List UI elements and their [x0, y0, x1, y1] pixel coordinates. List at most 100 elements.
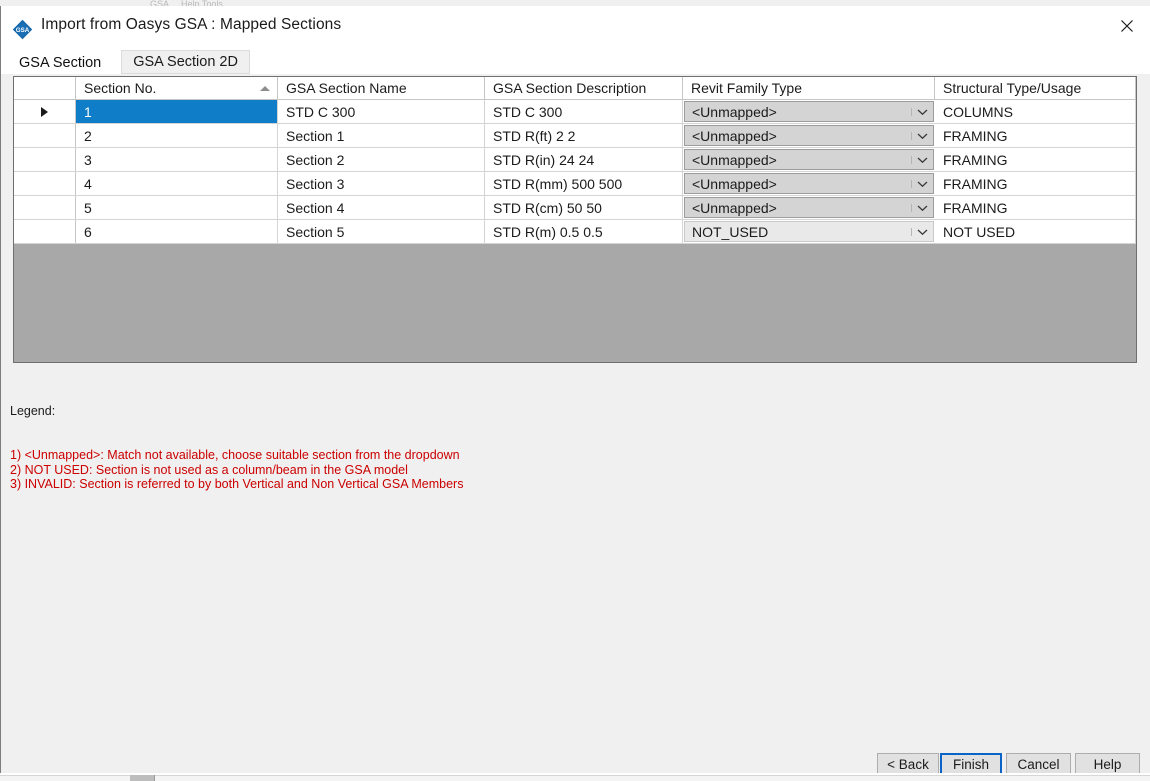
cell-value: STD R(m) 0.5 0.5 [493, 224, 603, 240]
table-row[interactable]: 4 Section 3 STD R(mm) 500 500 <Unmapped> FRA… [14, 172, 1136, 196]
chevron-down-icon[interactable] [911, 180, 933, 188]
row-header-cell[interactable] [14, 220, 76, 243]
column-header-section_desc[interactable]: GSA Section Description [485, 77, 683, 99]
revit-family-type-cell[interactable]: <Unmapped> [683, 196, 935, 219]
table-row[interactable]: 2 Section 1 STD R(ft) 2 2<Unmapped> FRAMING [14, 124, 1136, 148]
cell-section_name[interactable]: STD C 300 [278, 100, 485, 123]
table-row[interactable]: 5Section 4 STD R(cm) 50 50 <Unmapped> FRAMI… [14, 196, 1136, 220]
cell-section_no[interactable]: 2 [76, 124, 278, 147]
background-window-bottom [0, 773, 1150, 781]
revit-family-type-dropdown[interactable]: <Unmapped> [684, 101, 934, 122]
revit-family-type-dropdown[interactable]: <Unmapped> [684, 125, 934, 146]
tab-gsa-section[interactable]: GSA Section [7, 50, 113, 74]
column-header-label: Structural Type/Usage [943, 80, 1081, 96]
row-header-cell[interactable] [14, 148, 76, 171]
legend-line: 1) <Unmapped>: Match not available, choo… [10, 448, 463, 463]
cell-value: FRAMING [943, 128, 1008, 144]
cell-structural_type[interactable]: FRAMING [935, 124, 1136, 147]
cell-structural_type[interactable]: FRAMING [935, 172, 1136, 195]
current-row-indicator-icon [41, 107, 48, 117]
cell-section_desc[interactable]: STD R(mm) 500 500 [485, 172, 683, 195]
chevron-down-icon[interactable] [911, 108, 933, 116]
cell-section_no[interactable]: 4 [76, 172, 278, 195]
row-header-cell[interactable] [14, 100, 76, 123]
cell-structural_type[interactable]: NOT USED [935, 220, 1136, 243]
cell-value: 6 [84, 224, 92, 240]
legend-line: 3) INVALID: Section is referred to by bo… [10, 477, 463, 492]
cell-section_name[interactable]: Section 2 [278, 148, 485, 171]
background-scrollbar-thumb[interactable] [130, 775, 154, 781]
revit-family-type-value: <Unmapped> [685, 176, 911, 192]
close-icon [1120, 19, 1134, 33]
revit-family-type-cell[interactable]: <Unmapped> [683, 172, 935, 195]
column-header-label: Section No. [84, 80, 156, 96]
dialog-footer: < BackFinishCancelHelp [1, 742, 1150, 774]
revit-family-type-dropdown[interactable]: NOT_USED [684, 221, 934, 242]
cell-section_name[interactable]: Section 4 [278, 196, 485, 219]
background-scrollbar-edge [154, 775, 155, 781]
revit-family-type-cell[interactable]: <Unmapped> [683, 124, 935, 147]
cell-section_name[interactable]: Section 5 [278, 220, 485, 243]
cell-value: FRAMING [943, 200, 1008, 216]
chevron-down-icon[interactable] [911, 228, 933, 236]
cell-structural_type[interactable]: FRAMING [935, 196, 1136, 219]
cell-value: Section 1 [286, 128, 344, 144]
legend-line: 2) NOT USED: Section is not used as a co… [10, 463, 463, 478]
revit-family-type-dropdown[interactable]: <Unmapped> [684, 173, 934, 194]
column-header-revit_family_type[interactable]: Revit Family Type [683, 77, 935, 99]
gsa-logo-icon: GSA [12, 19, 33, 40]
column-header-rowhdr[interactable] [14, 77, 76, 99]
column-header-section_name[interactable]: GSA Section Name [278, 77, 485, 99]
column-header-section_no[interactable]: Section No. [76, 77, 278, 99]
cell-section_desc[interactable]: STD C 300 [485, 100, 683, 123]
cell-structural_type[interactable]: COLUMNS [935, 100, 1136, 123]
cell-section_desc[interactable]: STD R(in) 24 24 [485, 148, 683, 171]
row-header-cell[interactable] [14, 172, 76, 195]
revit-family-type-value: NOT_USED [685, 224, 911, 240]
cell-value: 1 [84, 104, 92, 120]
cell-value: FRAMING [943, 176, 1008, 192]
table-row[interactable]: 6 Section 5 STD R(m) 0.5 0.5 NOT_USED NOT US… [14, 220, 1136, 244]
cell-value: NOT USED [943, 224, 1015, 240]
cell-section_name[interactable]: Section 3 [278, 172, 485, 195]
revit-family-type-cell[interactable]: NOT_USED [683, 220, 935, 243]
cell-section_desc[interactable]: STD R(cm) 50 50 [485, 196, 683, 219]
cell-section_desc[interactable]: STD R(m) 0.5 0.5 [485, 220, 683, 243]
cell-section_desc[interactable]: STD R(ft) 2 2 [485, 124, 683, 147]
cell-section_no[interactable]: 5 [76, 196, 278, 219]
revit-family-type-dropdown[interactable]: <Unmapped> [684, 149, 934, 170]
tab-gsa-section-2d[interactable]: GSA Section 2D [121, 50, 250, 74]
column-header-label: Revit Family Type [691, 80, 802, 96]
cell-structural_type[interactable]: FRAMING [935, 148, 1136, 171]
cell-value: STD C 300 [493, 104, 562, 120]
chevron-down-icon[interactable] [911, 132, 933, 140]
cell-value: STD R(mm) 500 500 [493, 176, 622, 192]
revit-family-type-value: <Unmapped> [685, 200, 911, 216]
row-header-cell[interactable] [14, 196, 76, 219]
column-header-label: GSA Section Description [493, 80, 646, 96]
cell-value: COLUMNS [943, 104, 1013, 120]
mapped-sections-grid[interactable]: Section No. GSA Section Name GSA Section D… [13, 76, 1137, 363]
cell-value: STD R(cm) 50 50 [493, 200, 602, 216]
cell-section_no[interactable]: 3 [76, 148, 278, 171]
table-row[interactable]: 3 Section 2STD R(in) 24 24<Unmapped> FRAMI… [14, 148, 1136, 172]
revit-family-type-cell[interactable]: <Unmapped> [683, 148, 935, 171]
revit-family-type-dropdown[interactable]: <Unmapped> [684, 197, 934, 218]
revit-family-type-value: <Unmapped> [685, 152, 911, 168]
background-scrollbar-track[interactable] [0, 775, 1150, 781]
close-button[interactable] [1104, 6, 1150, 46]
table-row[interactable]: 1 STD C 300 STD C 300 <Unmapped> COLUMNS [14, 100, 1136, 124]
chevron-down-icon[interactable] [911, 204, 933, 212]
svg-text:GSA: GSA [16, 27, 30, 34]
cell-value: Section 5 [286, 224, 344, 240]
cell-section_name[interactable]: Section 1 [278, 124, 485, 147]
cell-section_no[interactable]: 1 [76, 100, 278, 123]
revit-family-type-cell[interactable]: <Unmapped> [683, 100, 935, 123]
column-header-structural_type[interactable]: Structural Type/Usage [935, 77, 1136, 99]
cell-value: 3 [84, 152, 92, 168]
row-header-cell[interactable] [14, 124, 76, 147]
cell-value: Section 3 [286, 176, 344, 192]
grid-body: 1STD C 300STD C 300<Unmapped>COLUMNS2Sec… [14, 100, 1136, 244]
chevron-down-icon[interactable] [911, 156, 933, 164]
cell-section_no[interactable]: 6 [76, 220, 278, 243]
